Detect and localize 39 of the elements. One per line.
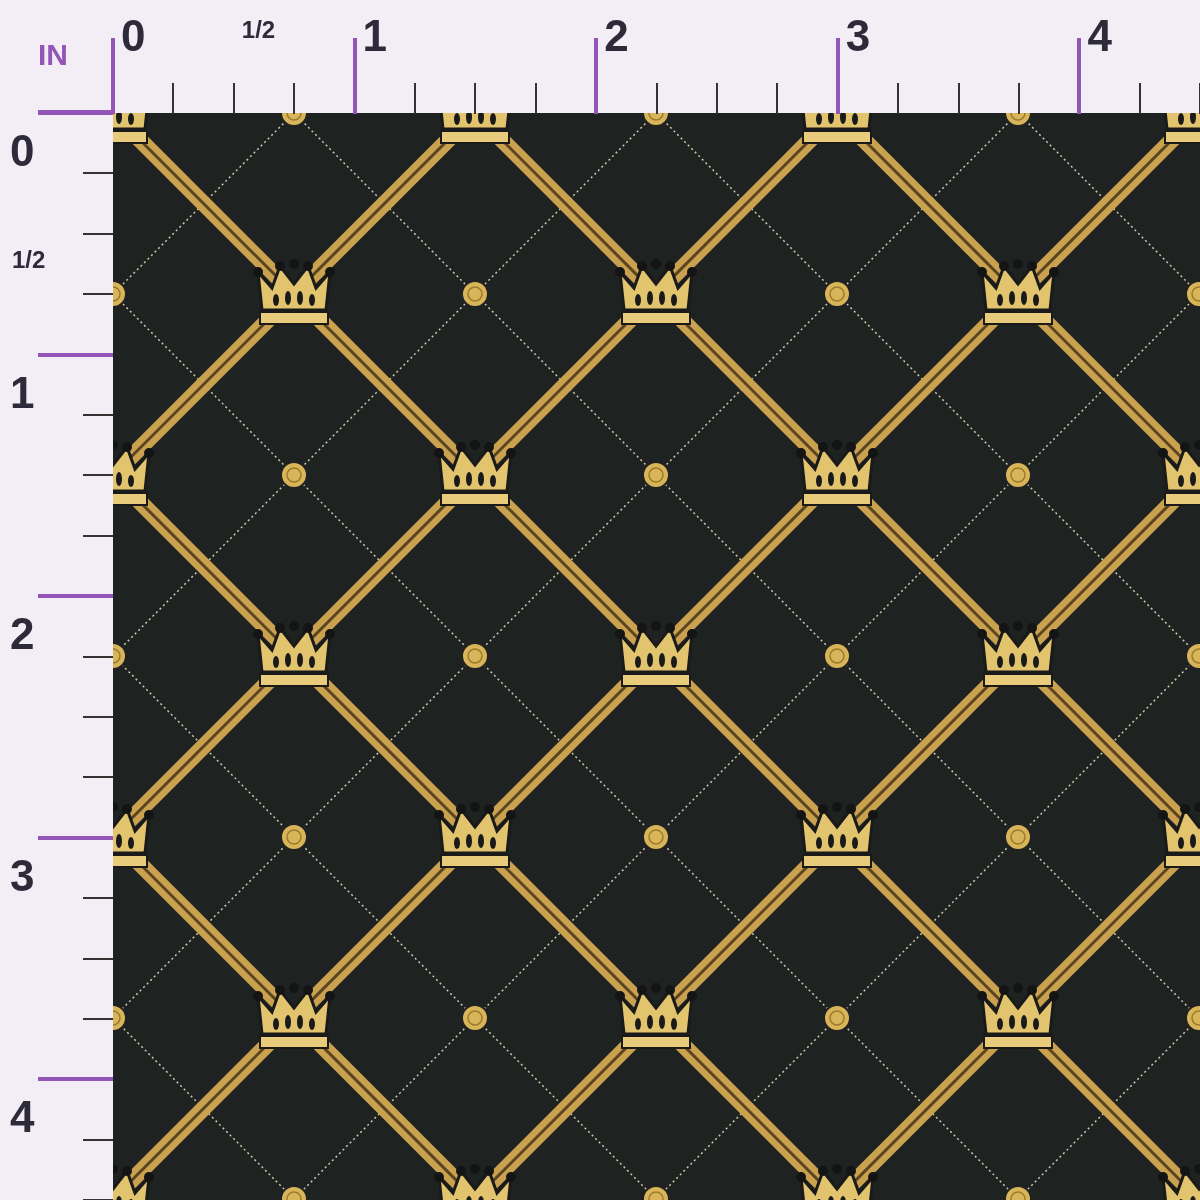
ruler-tick [83, 716, 113, 718]
ruler-tick [83, 1138, 113, 1141]
ruler-label: 4 [1087, 14, 1112, 58]
ruler-tick [83, 897, 113, 900]
ruler-tick [83, 655, 113, 658]
ruler-tick [232, 83, 235, 114]
ruler-tick [172, 83, 175, 114]
ruler-tick [83, 474, 113, 477]
ruler-tick [414, 83, 416, 114]
ruler-tick [83, 1018, 113, 1020]
ruler-label: 0 [10, 129, 35, 173]
unit-label: IN [38, 40, 68, 70]
ruler-tick [83, 534, 113, 537]
ruler-tick [83, 293, 113, 296]
ruler-tick [83, 776, 113, 779]
ruler-tick [83, 957, 113, 960]
ruler-tick [83, 414, 113, 416]
ruler-tick [293, 83, 296, 114]
ruler-label: 3 [845, 14, 871, 58]
ruler-tick [655, 83, 658, 114]
ruler-tick [776, 83, 779, 114]
ruler-label: 3 [10, 853, 35, 898]
ruler-tick [716, 83, 718, 114]
ruler-label: 1/2 [241, 18, 276, 42]
ruler-tick [1138, 83, 1141, 114]
ruler-tick [83, 172, 113, 175]
ruler-label: 2 [604, 14, 629, 58]
ruler-label: 1 [10, 370, 35, 415]
ruler-tick [474, 83, 477, 114]
ruler-label: 0 [121, 14, 146, 58]
ruler-tick [83, 232, 113, 235]
ruler-tick [957, 83, 960, 114]
ruler-label: 1 [362, 14, 388, 58]
ruler-tick [897, 83, 900, 114]
ruler-label: 4 [10, 1095, 35, 1140]
ruler-tick [1018, 83, 1020, 114]
ruler-label: 1/2 [12, 247, 46, 272]
ruler-label: 2 [10, 612, 35, 657]
ruler-tick [534, 83, 537, 114]
